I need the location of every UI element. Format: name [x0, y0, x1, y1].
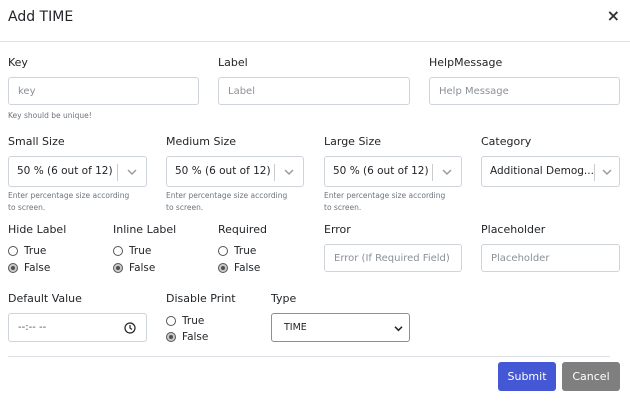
type-label: Type	[271, 292, 297, 305]
radio-button[interactable]	[218, 263, 228, 273]
default-value-label: Default Value	[8, 292, 82, 305]
medium-size-value: 50 % (6 out of 12)	[175, 165, 271, 177]
time-value: --:-- --	[18, 322, 47, 333]
footer-divider	[8, 356, 610, 357]
help-line-2: to screen.	[8, 203, 46, 212]
default-value-time-input[interactable]: --:-- --	[8, 313, 147, 342]
select-separator	[594, 164, 595, 181]
large-size-help: Enter percentage size according to scree…	[324, 190, 445, 214]
help-line-2: to screen.	[324, 203, 362, 212]
small-size-value: 50 % (6 out of 12)	[17, 165, 113, 177]
hide-label-false-option[interactable]: False	[8, 261, 50, 275]
modal-header: Add TIME ×	[0, 0, 630, 42]
radio-button[interactable]	[166, 316, 176, 326]
radio-button[interactable]	[113, 263, 123, 273]
chevron-down-icon	[127, 169, 137, 175]
radio-button[interactable]	[218, 246, 228, 256]
hide-label-label: Hide Label	[8, 223, 67, 236]
inline-label-true-option[interactable]: True	[113, 244, 151, 258]
close-icon[interactable]: ×	[607, 8, 620, 24]
radio-label: True	[24, 245, 47, 257]
help-message-label: HelpMessage	[429, 56, 503, 69]
radio-button[interactable]	[166, 332, 176, 342]
modal-title: Add TIME	[8, 9, 74, 25]
category-label: Category	[481, 135, 532, 148]
chevron-down-icon	[602, 169, 612, 175]
small-size-label: Small Size	[8, 135, 65, 148]
key-label: Key	[8, 56, 28, 69]
large-size-value: 50 % (6 out of 12)	[333, 165, 429, 177]
radio-label: False	[24, 262, 51, 274]
radio-label: False	[234, 262, 261, 274]
submit-button[interactable]: Submit	[498, 362, 556, 391]
inline-label-false-option[interactable]: False	[113, 261, 155, 275]
help-line-1: Enter percentage size according	[324, 191, 446, 200]
placeholder-input[interactable]	[481, 244, 620, 272]
help-line-2: to screen.	[166, 203, 204, 212]
radio-button[interactable]	[8, 246, 18, 256]
error-input[interactable]	[324, 244, 462, 272]
type-select[interactable]: TIME	[271, 313, 410, 342]
select-separator	[274, 164, 275, 181]
required-true-option[interactable]: True	[218, 244, 256, 258]
hide-label-true-option[interactable]: True	[8, 244, 46, 258]
disable-print-true-option[interactable]: True	[166, 314, 204, 328]
required-false-option[interactable]: False	[218, 261, 260, 275]
required-label: Required	[218, 223, 267, 236]
cancel-button[interactable]: Cancel	[562, 362, 620, 391]
chevron-down-icon	[442, 169, 452, 175]
label-field-label: Label	[218, 56, 248, 69]
small-size-select[interactable]: 50 % (6 out of 12)	[8, 156, 147, 187]
radio-label: False	[129, 262, 156, 274]
select-separator	[432, 164, 433, 181]
chevron-down-icon	[284, 169, 294, 175]
radio-label: False	[182, 331, 209, 343]
chevron-down-icon	[394, 326, 403, 332]
radio-label: True	[129, 245, 152, 257]
radio-button[interactable]	[8, 263, 18, 273]
large-size-select[interactable]: 50 % (6 out of 12)	[324, 156, 462, 187]
category-value: Additional Demog...	[490, 165, 594, 177]
label-input[interactable]	[218, 77, 410, 105]
medium-size-select[interactable]: 50 % (6 out of 12)	[166, 156, 304, 187]
error-label: Error	[324, 223, 351, 236]
large-size-label: Large Size	[324, 135, 382, 148]
radio-label: True	[182, 315, 205, 327]
key-help-text: Key should be unique!	[8, 111, 92, 120]
radio-button[interactable]	[113, 246, 123, 256]
category-select[interactable]: Additional Demog...	[481, 156, 620, 187]
radio-label: True	[234, 245, 257, 257]
help-message-input[interactable]	[429, 77, 620, 105]
help-line-1: Enter percentage size according	[166, 191, 288, 200]
medium-size-label: Medium Size	[166, 135, 237, 148]
small-size-help: Enter percentage size according to scree…	[8, 190, 129, 214]
placeholder-label: Placeholder	[481, 223, 546, 236]
key-input[interactable]	[8, 77, 199, 105]
inline-label-label: Inline Label	[113, 223, 177, 236]
medium-size-help: Enter percentage size according to scree…	[166, 190, 287, 214]
help-line-1: Enter percentage size according	[8, 191, 130, 200]
disable-print-false-option[interactable]: False	[166, 330, 208, 344]
select-separator	[117, 164, 118, 181]
type-value: TIME	[284, 322, 307, 333]
clock-icon[interactable]	[124, 322, 136, 334]
disable-print-label: Disable Print	[166, 292, 236, 305]
